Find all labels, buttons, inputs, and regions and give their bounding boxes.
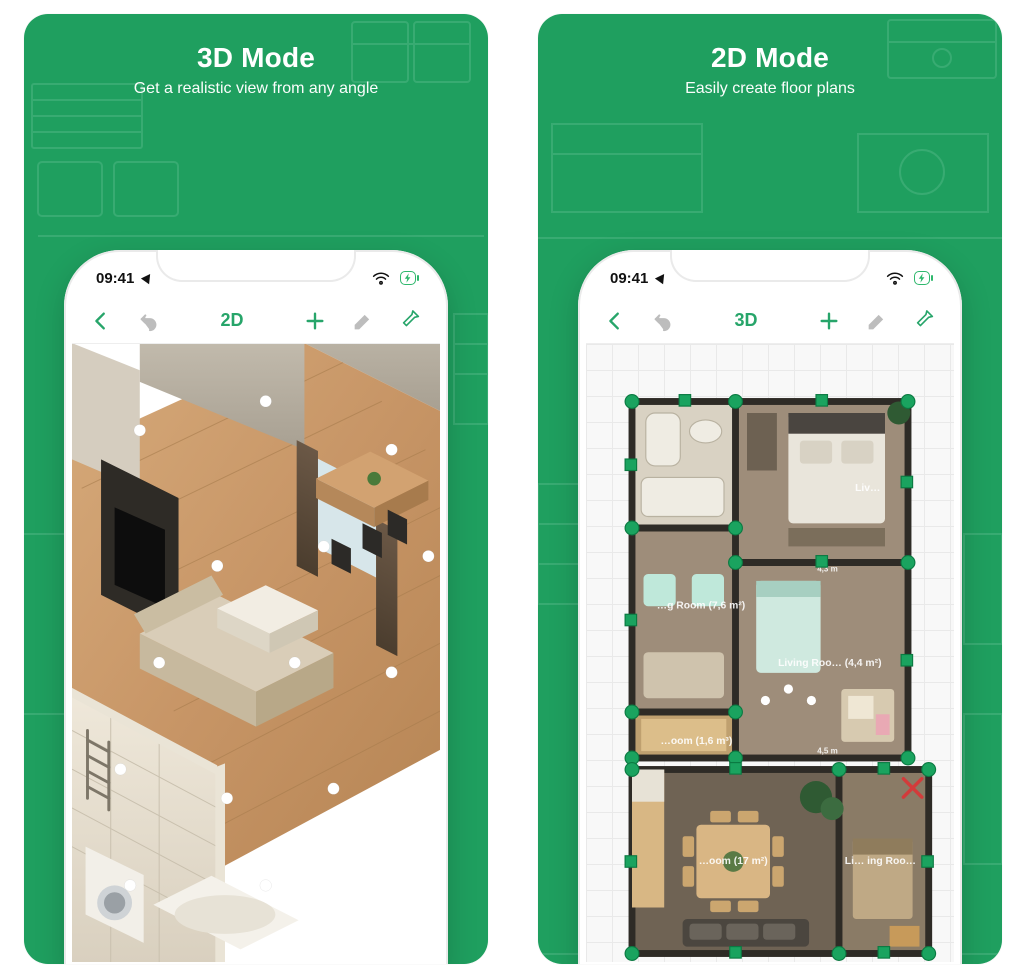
settings-icon[interactable] [914, 310, 936, 332]
mode-toggle[interactable]: 2D [220, 310, 243, 331]
mode-toggle[interactable]: 3D [734, 310, 757, 331]
location-icon [141, 271, 154, 284]
back-icon[interactable] [90, 310, 112, 332]
device-frame: 09:41 [64, 250, 448, 964]
svg-text:Living Roo… (4,4 m²): Living Roo… (4,4 m²) [778, 658, 881, 669]
panel-subtitle: Get a realistic view from any angle [24, 80, 488, 98]
editor-toolbar: 3D [586, 298, 954, 344]
room-3d-view[interactable] [72, 344, 440, 962]
svg-text:4,5 m: 4,5 m [817, 746, 838, 755]
floorplan-2d-view[interactable]: Liv… …g Room (7,6 m²) Living Roo… (4,4 m… [586, 344, 954, 962]
svg-text:Liv…: Liv… [855, 483, 880, 494]
wifi-icon [370, 267, 392, 289]
status-time: 09:41 [96, 270, 134, 287]
battery-icon [914, 271, 930, 285]
add-icon[interactable] [304, 310, 326, 332]
panel-title: 3D Mode [24, 42, 488, 74]
svg-text:…oom (1,6 m³): …oom (1,6 m³) [660, 736, 732, 747]
device-notch [670, 250, 870, 282]
location-icon [655, 271, 668, 284]
wifi-icon [884, 267, 906, 289]
svg-text:Li… ing Roo…: Li… ing Roo… [845, 856, 916, 867]
promo-panel-3d: 3D Mode Get a realistic view from any an… [24, 14, 488, 964]
panel-subtitle: Easily create floor plans [538, 80, 1002, 98]
settings-icon[interactable] [400, 310, 422, 332]
add-icon[interactable] [818, 310, 840, 332]
back-icon[interactable] [604, 310, 626, 332]
edit-icon[interactable] [352, 310, 374, 332]
promo-panel-2d: 2D Mode Easily create floor plans 09:41 [538, 14, 1002, 964]
app-store-promo: 3D Mode Get a realistic view from any an… [0, 0, 1024, 978]
device-notch [156, 250, 356, 282]
undo-icon[interactable] [138, 310, 160, 332]
panel-title: 2D Mode [538, 42, 1002, 74]
battery-icon [400, 271, 416, 285]
editor-toolbar: 2D [72, 298, 440, 344]
edit-icon[interactable] [866, 310, 888, 332]
device-frame: 09:41 [578, 250, 962, 964]
svg-text:…oom (17 m²): …oom (17 m²) [699, 856, 768, 867]
undo-icon[interactable] [652, 310, 674, 332]
svg-text:…g Room (7,6 m²): …g Room (7,6 m²) [657, 601, 746, 612]
status-time: 09:41 [610, 270, 648, 287]
